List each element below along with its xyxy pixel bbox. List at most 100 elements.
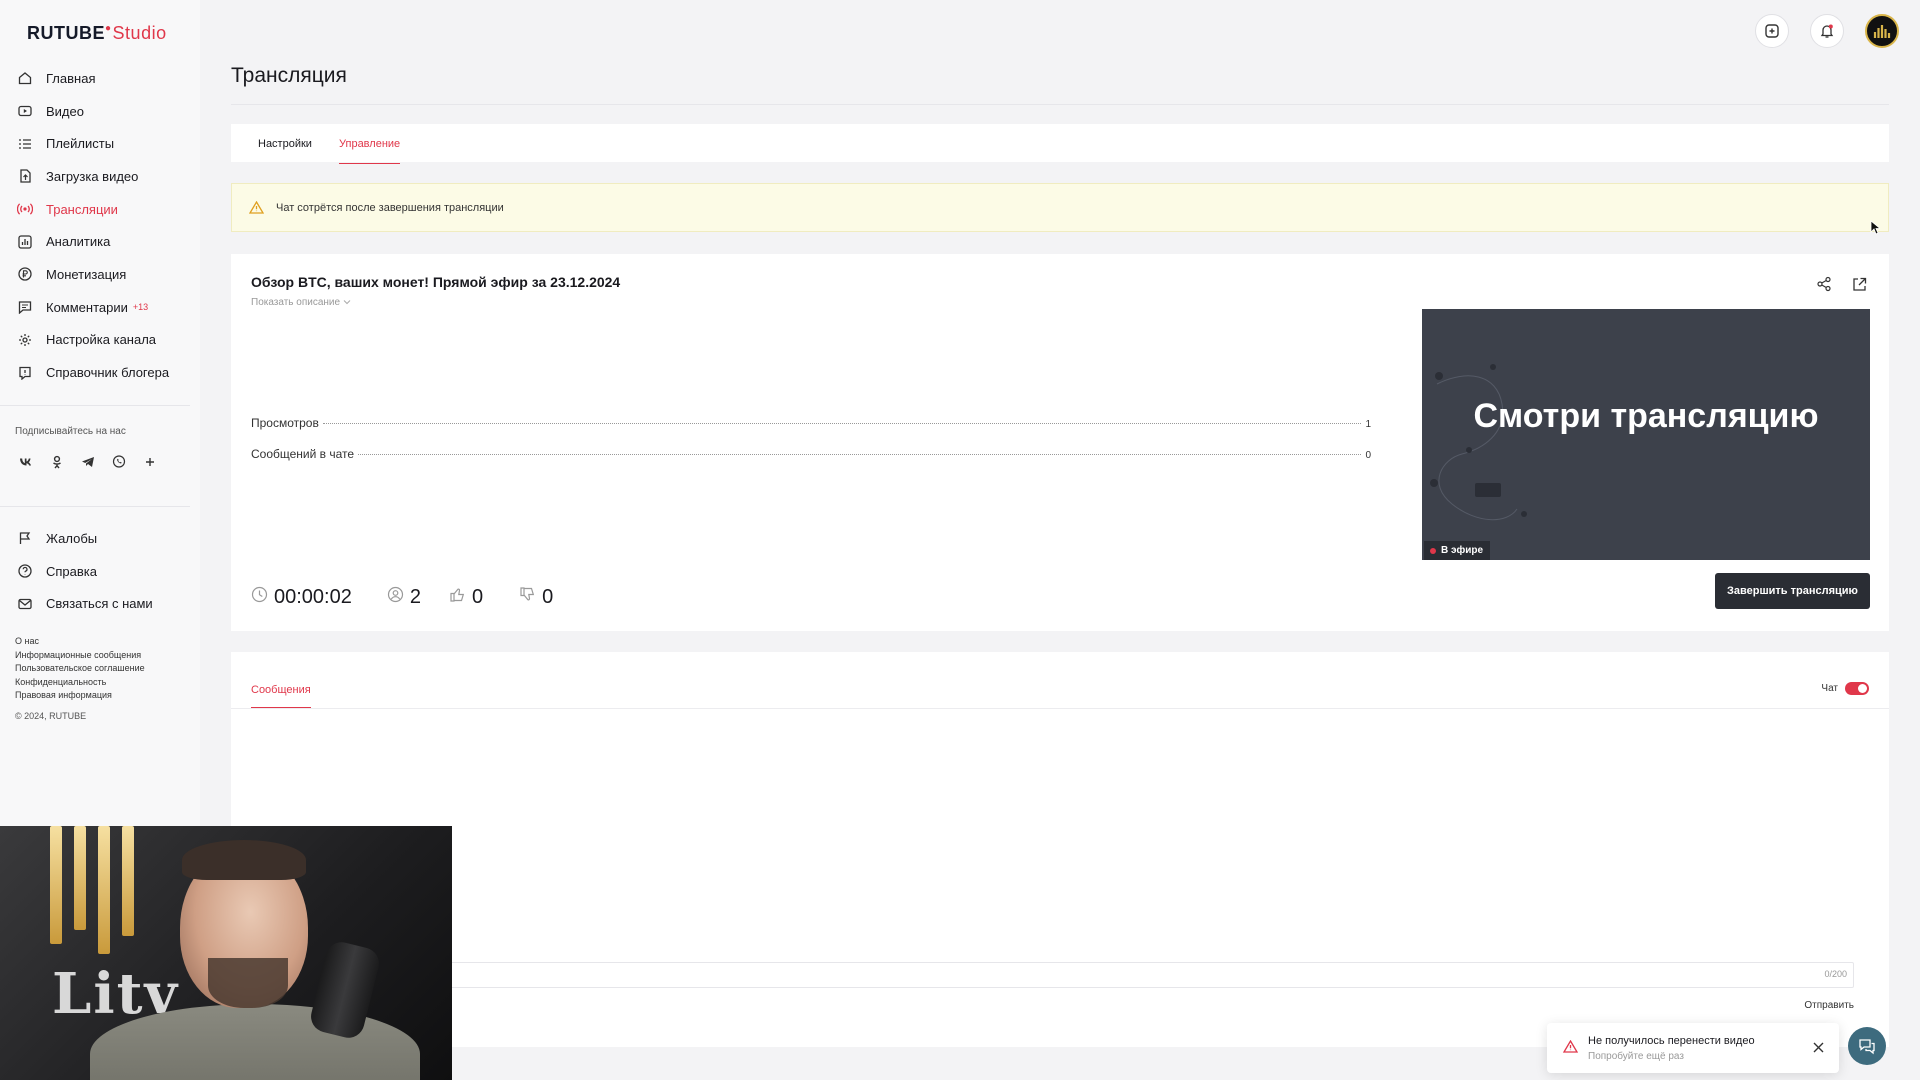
sidebar-item-label: Плейлисты — [46, 136, 115, 152]
sidebar-item-analytics[interactable]: Аналитика — [16, 225, 169, 258]
likes-value: 0 — [471, 586, 484, 608]
playlist-icon — [16, 135, 34, 153]
tab-settings[interactable]: Настройки — [258, 138, 312, 150]
dislikes-value: 0 — [542, 586, 554, 608]
timer-value: 00:00:02 — [274, 586, 352, 608]
monetization-icon — [16, 265, 34, 283]
footer-link-about[interactable]: О нас — [15, 635, 145, 649]
chat-toggle-label: Чат — [1821, 683, 1838, 694]
chat-toggle: Чат — [1821, 682, 1869, 695]
header-actions — [1755, 14, 1899, 48]
sidebar-item-label: Монетизация — [46, 266, 127, 282]
dotted-leader — [358, 454, 1362, 455]
external-link-icon[interactable] — [1849, 274, 1869, 294]
sidebar-item-upload[interactable]: Загрузка видео — [16, 160, 169, 193]
gear-icon — [16, 331, 34, 349]
live-badge: В эфире — [1424, 541, 1491, 560]
video-icon — [16, 102, 34, 120]
stat-value: 0 — [1365, 450, 1371, 461]
dotted-leader — [322, 423, 1362, 424]
char-counter: 0/200 — [1824, 969, 1847, 979]
sidebar-item-comments[interactable]: Комментарии +13 — [16, 291, 169, 324]
toast-title: Не получилось перенести видео — [1588, 1035, 1755, 1047]
sidebar-item-label: Настройка канала — [46, 332, 157, 348]
sidebar-item-label: Связаться с нами — [46, 596, 153, 612]
footer-link-user-agreement[interactable]: Пользовательское соглашение — [15, 662, 145, 676]
sidebar-item-broadcasts[interactable]: Трансляции — [16, 193, 169, 226]
page-title: Трансляция — [231, 64, 347, 87]
chat-toggle-switch[interactable] — [1845, 682, 1869, 695]
footer-link-info-messages[interactable]: Информационные сообщения — [15, 649, 145, 663]
chevron-down-icon — [343, 297, 351, 308]
close-icon[interactable] — [1813, 1040, 1824, 1058]
sidebar-item-blogger-guide[interactable]: Справочник блогера — [16, 356, 169, 389]
dislikes-count: 0 — [519, 586, 553, 609]
support-chat-button[interactable] — [1848, 1027, 1886, 1065]
likes-count: 0 — [449, 586, 483, 609]
streamer-hair — [182, 840, 306, 880]
stat-chat-messages: Сообщений в чате 0 — [251, 447, 1371, 461]
sidebar-item-monetization[interactable]: Монетизация — [16, 258, 169, 291]
chat-tabs-divider — [231, 708, 1889, 709]
title-divider — [231, 104, 1889, 105]
clock-icon — [251, 586, 268, 609]
tab-messages[interactable]: Сообщения — [251, 684, 311, 708]
rutube-studio-logo[interactable]: RUTUBE●Studio — [27, 23, 167, 44]
sidebar-item-label: Главная — [46, 70, 96, 86]
comments-icon — [16, 298, 34, 316]
support-chat-icon — [1859, 1039, 1875, 1055]
plus-icon[interactable] — [140, 452, 160, 472]
viewers-value: 2 — [409, 586, 421, 608]
sidebar-item-channel-settings[interactable]: Настройка канала — [16, 324, 169, 357]
sidebar-item-help[interactable]: Справка — [16, 555, 153, 588]
share-icon[interactable] — [1814, 274, 1834, 294]
home-icon — [16, 69, 34, 87]
end-stream-button[interactable]: Завершить трансляцию — [1715, 573, 1870, 609]
stat-views: Просмотров 1 — [251, 416, 1371, 430]
sidebar-divider — [0, 506, 190, 507]
main-nav: Главная Видео Плейлисты Загрузка видео Т… — [16, 62, 169, 389]
live-label: В эфире — [1441, 545, 1484, 556]
logo-text: RUTUBE — [27, 23, 105, 43]
sidebar-item-contact[interactable]: Связаться с нами — [16, 587, 153, 620]
mouse-cursor — [1870, 220, 1882, 240]
stat-value: 1 — [1365, 419, 1371, 430]
analytics-icon — [16, 233, 34, 251]
ok-icon[interactable] — [47, 452, 67, 472]
avatar[interactable] — [1865, 14, 1899, 48]
sidebar-item-label: Комментарии — [46, 299, 128, 315]
warning-text: Чат сотрётся после завершения трансляции — [276, 201, 504, 214]
sidebar-item-label: Трансляции — [46, 201, 118, 217]
telegram-icon[interactable] — [78, 452, 98, 472]
footer-link-privacy[interactable]: Конфиденциальность — [15, 676, 145, 690]
sidebar-item-home[interactable]: Главная — [16, 62, 169, 95]
sidebar-item-label: Справочник блогера — [46, 365, 170, 381]
footer-link-legal[interactable]: Правовая информация — [15, 689, 145, 703]
sidebar-item-complaints[interactable]: Жалобы — [16, 522, 153, 555]
stat-label: Сообщений в чате — [251, 447, 355, 461]
upload-icon — [16, 167, 34, 185]
tab-manage[interactable]: Управление — [339, 138, 401, 164]
show-description-toggle[interactable]: Показать описание — [251, 297, 351, 308]
chat-message-input[interactable] — [251, 962, 1854, 988]
logo-studio-text: Studio — [112, 23, 167, 43]
sidebar-item-label: Справка — [46, 563, 97, 579]
send-button[interactable]: Отправить — [1804, 1000, 1854, 1011]
tabs-bar: Настройки Управление — [231, 124, 1889, 164]
stream-title: Обзор BTC, ваших монет! Прямой эфир за 2… — [251, 274, 621, 290]
preview-decoration — [1430, 364, 1527, 521]
vk-icon[interactable] — [16, 452, 36, 472]
bell-icon — [1820, 24, 1834, 38]
logo-dot: ● — [105, 23, 112, 34]
create-button[interactable] — [1755, 14, 1789, 48]
notifications-button[interactable] — [1810, 14, 1844, 48]
viber-icon[interactable] — [109, 452, 129, 472]
stat-label: Просмотров — [251, 416, 319, 430]
sidebar-item-playlists[interactable]: Плейлисты — [16, 127, 169, 160]
live-counters: 00:00:02 2 0 0 — [251, 586, 553, 609]
stream-preview[interactable]: Смотри трансляцию В эфире — [1422, 309, 1870, 560]
social-links — [16, 452, 160, 472]
warning-icon — [249, 201, 264, 214]
help-icon — [16, 562, 34, 580]
sidebar-item-video[interactable]: Видео — [16, 95, 169, 128]
